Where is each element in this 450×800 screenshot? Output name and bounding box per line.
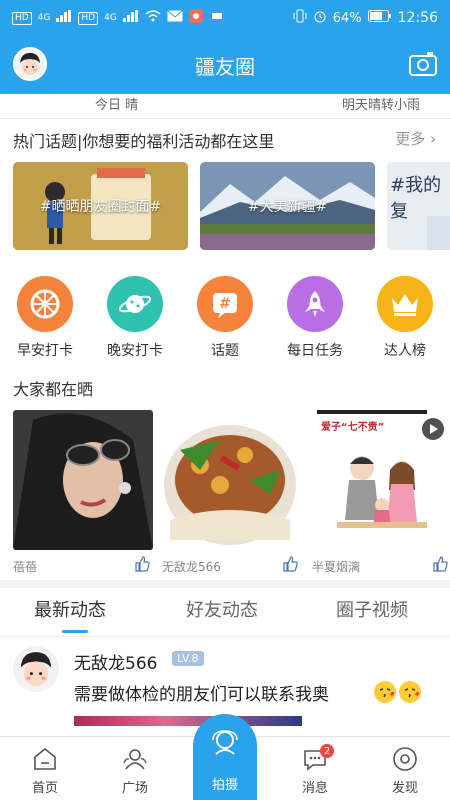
- topic-label: #大美新疆#: [247, 199, 328, 215]
- tab-friends[interactable]: 好友动态: [186, 596, 258, 622]
- share-card[interactable]: [160, 410, 300, 550]
- signal-icon-2: [122, 10, 139, 26]
- battery-percent: 64%: [332, 10, 362, 26]
- svg-text:#: #: [219, 296, 231, 312]
- tab-latest[interactable]: 最新动态: [34, 596, 106, 622]
- rocket-icon: [287, 276, 343, 332]
- nav-label: 发现: [391, 781, 418, 796]
- tab-circle-video[interactable]: 圈子视频: [336, 596, 408, 622]
- quick-talent-board[interactable]: 达人榜: [365, 276, 445, 360]
- nav-label: 首页: [31, 781, 58, 796]
- topic-card[interactable]: #我的复: [387, 162, 450, 250]
- kiss-emoji-icon: [373, 680, 397, 708]
- status-right: 64% 12:56: [293, 9, 438, 27]
- share-caption: 爱子“七不责”: [321, 422, 385, 433]
- share-photo: [160, 410, 300, 550]
- share-card[interactable]: [13, 410, 153, 550]
- hd-indicator: HD: [12, 11, 32, 25]
- post-text: 需要做体检的朋友们可以联系我奥: [74, 685, 329, 705]
- nav-label: 消息: [301, 781, 328, 796]
- compass-icon: [391, 745, 419, 773]
- chevron-right-icon: ›: [430, 130, 436, 148]
- share-author: 无敌龙566: [162, 560, 221, 574]
- people-icon: [121, 745, 149, 773]
- hd-indicator-2: HD: [78, 11, 99, 25]
- page-title: 疆友圈: [195, 54, 255, 79]
- message-badge: 2: [320, 744, 334, 758]
- quick-label: 早安打卡: [17, 343, 73, 359]
- vibrate-icon: [293, 9, 307, 27]
- share-author: 蓓蓓: [13, 560, 38, 574]
- crown-icon: [377, 276, 433, 332]
- quick-label: 每日任务: [287, 343, 343, 359]
- share-photo: [13, 410, 153, 550]
- play-icon[interactable]: [422, 418, 444, 440]
- status-left: HD 4G HD 4G: [12, 9, 225, 27]
- weather-strip: 今日 晴 明天晴转小雨: [0, 94, 450, 114]
- shares-title: 大家都在晒: [13, 380, 94, 399]
- wheel-icon: [17, 276, 73, 332]
- more-link[interactable]: 更多 ›: [395, 128, 436, 149]
- planet-icon: [107, 276, 163, 332]
- app-notification-icon: [188, 9, 203, 27]
- topic-card[interactable]: #大美新疆#: [200, 162, 375, 250]
- weather-today: 今日 晴: [95, 98, 139, 113]
- shoot-button[interactable]: 拍摄: [193, 714, 257, 800]
- alarm-icon: [313, 9, 327, 27]
- quick-label: 晚安打卡: [107, 343, 163, 359]
- clock: 12:56: [397, 10, 438, 26]
- thumbs-up-icon[interactable]: [432, 556, 448, 572]
- nav-label: 广场: [121, 781, 148, 796]
- nav-square[interactable]: 广场: [100, 745, 170, 796]
- nav-home[interactable]: 首页: [10, 745, 80, 796]
- quick-morning-checkin[interactable]: 早安打卡: [5, 276, 85, 360]
- share-author: 半夏烟漓: [312, 560, 361, 574]
- mail-icon: [166, 10, 183, 26]
- topic-label: #我的复: [390, 175, 442, 222]
- quick-topics[interactable]: # 话题: [185, 276, 265, 360]
- nav-label: 拍摄: [211, 778, 238, 793]
- home-icon: [31, 745, 59, 773]
- quick-night-checkin[interactable]: 晚安打卡: [95, 276, 175, 360]
- more-label: 更多: [395, 130, 426, 148]
- topic-card[interactable]: #晒晒朋友圈封面#: [13, 162, 188, 250]
- status-bar: HD 4G HD 4G 64% 12:56: [0, 0, 450, 36]
- post-username[interactable]: 无敌龙566: [74, 649, 157, 674]
- hashtag-icon: #: [197, 276, 253, 332]
- app-header: 疆友圈: [0, 36, 450, 94]
- battery-icon: [367, 10, 392, 26]
- weather-tomorrow: 明天晴转小雨: [341, 98, 420, 113]
- quick-label: 达人榜: [384, 343, 426, 359]
- quick-label: 话题: [211, 343, 239, 359]
- user-avatar[interactable]: [13, 47, 47, 81]
- signal-label: 4G: [37, 13, 51, 23]
- app-notification-icon-2: [208, 9, 225, 27]
- thumbs-up-icon[interactable]: [134, 556, 150, 572]
- active-tab-indicator: [62, 630, 88, 633]
- post-image[interactable]: [74, 716, 302, 726]
- nav-discover[interactable]: 发现: [370, 745, 440, 796]
- divider: [0, 636, 450, 637]
- wifi-icon: [145, 10, 161, 26]
- hot-topics-title: 热门话题|你想要的福利活动都在这里: [13, 132, 275, 151]
- topic-label: #晒晒朋友圈封面#: [39, 199, 162, 215]
- section-gap: [0, 580, 450, 588]
- share-card[interactable]: 爱子“七不责”: [307, 410, 450, 550]
- thumbs-up-icon[interactable]: [282, 556, 298, 572]
- nav-messages[interactable]: 消息: [280, 745, 350, 796]
- post-avatar[interactable]: [13, 646, 59, 692]
- kiss-emoji-icon-2: [398, 680, 422, 708]
- camera-button[interactable]: [408, 50, 438, 78]
- quick-daily-tasks[interactable]: 每日任务: [275, 276, 355, 360]
- divider: [0, 118, 450, 119]
- signal-icon: [56, 10, 72, 26]
- level-badge: LV.8: [172, 651, 204, 666]
- signal-label-2: 4G: [104, 13, 117, 23]
- shoot-icon: [210, 728, 240, 762]
